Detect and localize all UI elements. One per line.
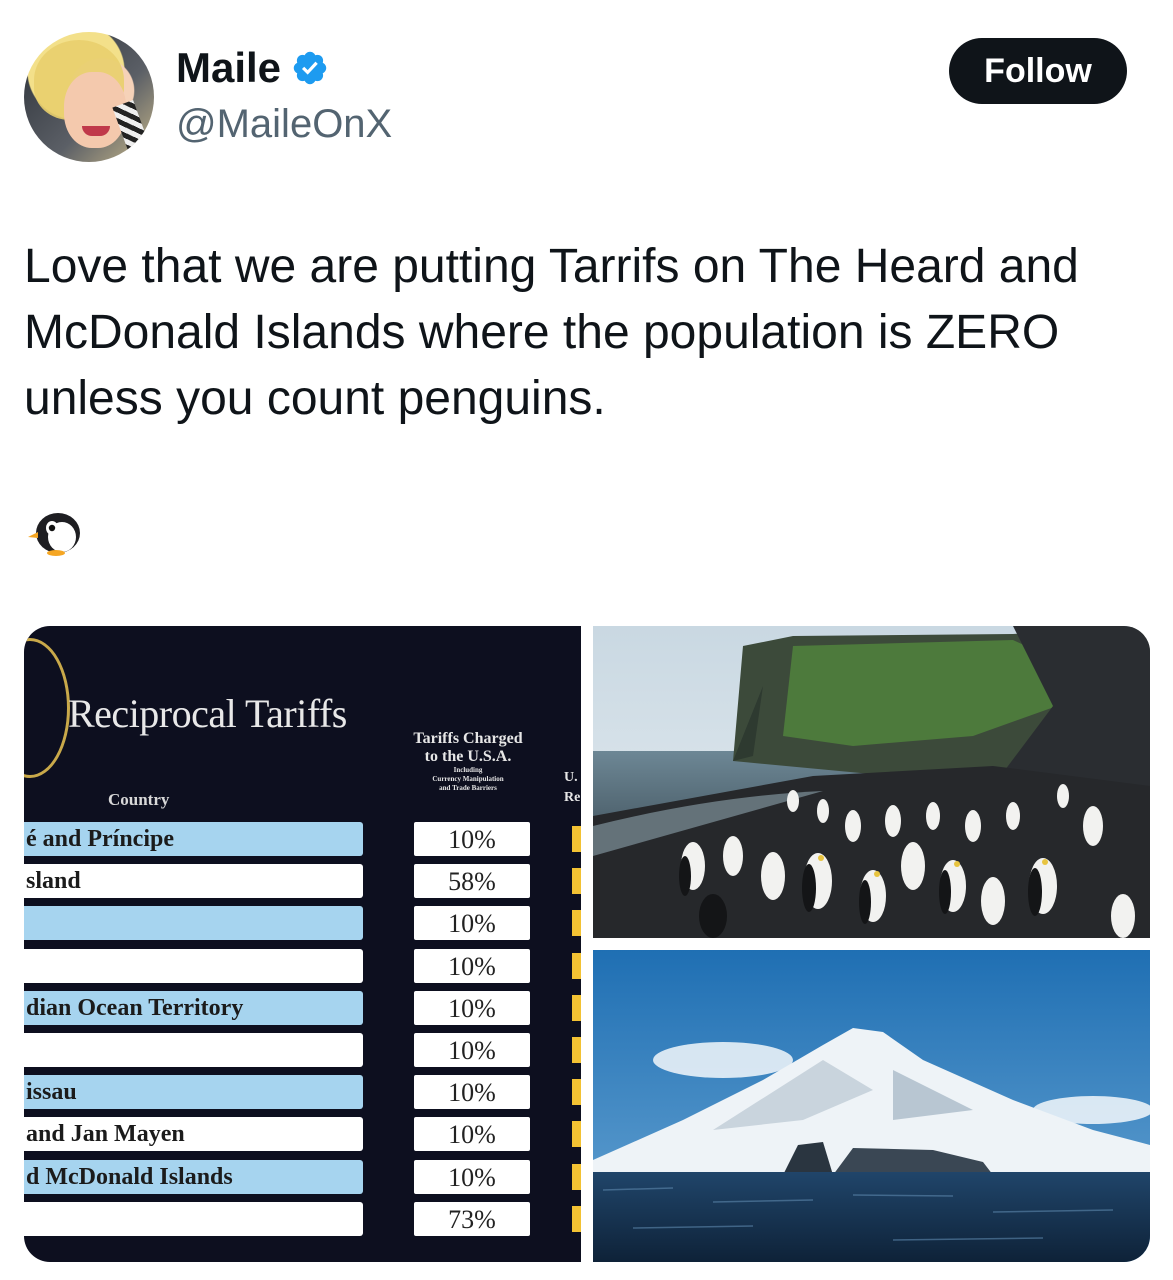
gold-marker [572,1037,581,1063]
author-name[interactable]: Maile [176,44,281,92]
country-cell: sland [24,864,363,899]
table-row: sland 58% [24,864,581,899]
avatar[interactable] [24,32,154,162]
rate-cell: 10% [414,822,530,856]
country-cell: and Jan Mayen [24,1117,363,1152]
verified-badge-icon [293,51,327,85]
gold-marker [572,1205,581,1232]
follow-button[interactable]: Follow [949,38,1127,104]
table-row: 10% [24,948,581,983]
rate-cell: 10% [414,1075,530,1110]
cut-header-line1: U. [564,770,578,785]
country-cell [24,948,363,983]
rate-header-line4: Currency Manipulation [432,775,504,783]
gold-marker [572,1121,581,1148]
table-row: and Jan Mayen 10% [24,1117,581,1152]
country-cell [24,906,363,941]
rate-cell: 73% [414,1201,530,1236]
volcano-photo-art [593,950,1150,1262]
gold-marker [572,868,581,895]
table-row: 73% [24,1201,581,1236]
rate-header-line5: and Trade Barriers [439,784,497,792]
cut-header-line2: Re [564,790,581,805]
gold-marker [572,1079,581,1106]
author-handle[interactable]: @MaileOnX [176,102,392,147]
country-cell: issau [24,1075,363,1110]
country-column-header: Country [108,790,170,809]
country-cell: d McDonald Islands [24,1159,363,1194]
gold-marker [572,826,581,852]
penguin-colony-photo[interactable] [593,626,1150,938]
country-cell: é and Príncipe [24,822,363,856]
rate-header-line1: Tariffs Charged [413,730,523,747]
gold-marker [572,910,581,937]
cut-column-header: U. Re [564,768,580,808]
rate-cell: 58% [414,864,530,899]
author-name-row: Maile [176,44,329,92]
table-row: 10% [24,906,581,941]
gold-marker [572,994,581,1021]
seal-icon [24,638,70,778]
table-row: dian Ocean Territory 10% [24,990,581,1025]
snow-volcano-island-photo[interactable] [593,950,1150,1262]
rate-cell: 10% [414,948,530,983]
table-row: issau 10% [24,1075,581,1110]
table-row: é and Príncipe 10% [24,822,581,856]
table-row: d McDonald Islands 10% [24,1159,581,1194]
media-grid[interactable]: Reciprocal Tariffs Country Tariffs Charg… [24,626,1150,1262]
rate-header-line2: to the U.S.A. [424,748,512,765]
rate-cell: 10% [414,1033,530,1067]
country-cell [24,1201,363,1236]
country-cell [24,1033,363,1067]
penguin-photo-art [593,626,1150,938]
rate-column-header: Tariffs Charged to the U.S.A. Including … [398,730,538,793]
tariff-table-title: Reciprocal Tariffs [68,691,347,736]
rate-cell: 10% [414,990,530,1025]
tariff-table-image[interactable]: Reciprocal Tariffs Country Tariffs Charg… [24,626,581,1262]
gold-marker [572,952,581,979]
rate-cell: 10% [414,906,530,941]
tweet-text: Love that we are putting Tarrifs on The … [24,240,1079,425]
rate-cell: 10% [414,1159,530,1194]
gold-marker [572,1163,581,1190]
country-cell: dian Ocean Territory [24,990,363,1025]
rate-cell: 10% [414,1117,530,1152]
penguin-emoji-icon [28,513,80,556]
rate-header-line3: Including [453,766,483,774]
table-row: 10% [24,1033,581,1067]
